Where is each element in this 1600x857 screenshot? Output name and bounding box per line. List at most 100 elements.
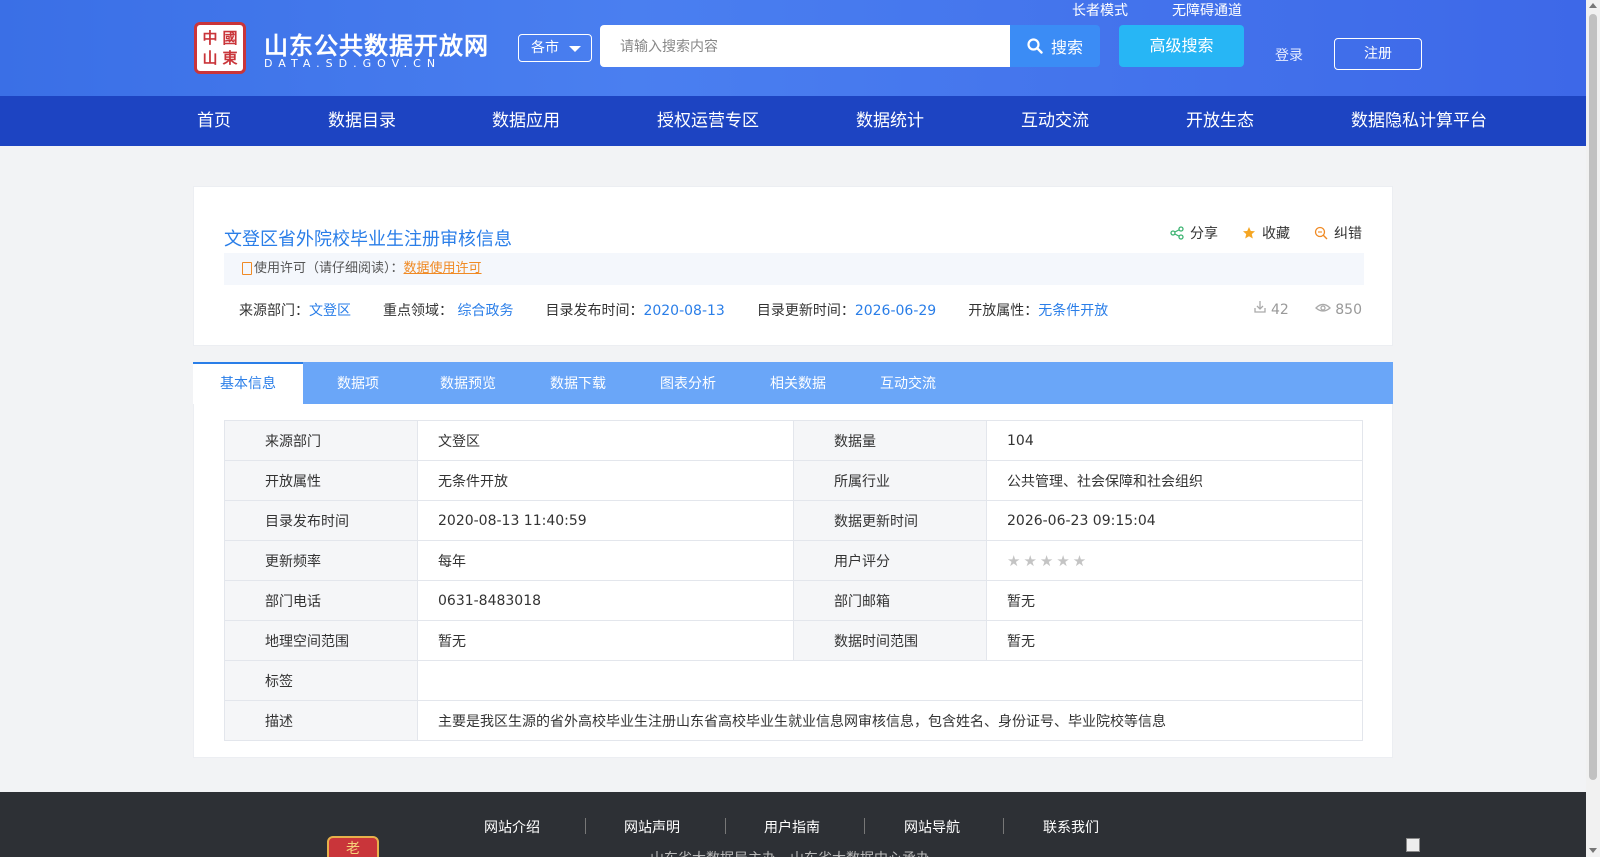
logo-glyph: 中 bbox=[202, 28, 218, 47]
info-key: 地理空间范围 bbox=[224, 620, 418, 661]
download-count: 42 bbox=[1253, 300, 1289, 318]
logo-glyph: 東 bbox=[222, 48, 238, 67]
dataset-stats: 42 850 bbox=[1253, 300, 1362, 318]
meta-update-date: 目录更新时间：2026-06-29 bbox=[757, 300, 936, 320]
table-row: 地理空间范围 暂无 数据时间范围 暂无 bbox=[224, 620, 1363, 661]
tab-basic-info[interactable]: 基本信息 bbox=[193, 362, 303, 404]
meta-key-domain: 重点领域： 综合政务 bbox=[383, 300, 513, 320]
user-rating[interactable]: ★★★★★ bbox=[986, 540, 1363, 581]
info-key: 来源部门 bbox=[224, 420, 418, 461]
footer-divider bbox=[725, 818, 726, 834]
search-input[interactable] bbox=[600, 25, 1010, 67]
info-value: 暂无 bbox=[986, 620, 1363, 661]
share-button[interactable]: 分享 bbox=[1170, 223, 1218, 243]
footer-link-contact[interactable]: 联系我们 bbox=[1043, 817, 1099, 837]
footer-sponsor-text: 山东省大数据局主办 山东省大数据中心承办 bbox=[650, 848, 930, 857]
nav-data-apps[interactable]: 数据应用 bbox=[492, 96, 560, 146]
city-select[interactable]: 各市 bbox=[518, 34, 592, 62]
meta-value[interactable]: 综合政务 bbox=[453, 303, 513, 319]
broken-image-icon bbox=[1406, 838, 1420, 852]
dataset-actions: 分享 收藏 纠错 bbox=[1170, 223, 1362, 243]
logo-glyph: 山 bbox=[202, 48, 218, 67]
info-value: 文登区 bbox=[417, 420, 794, 461]
magnifier-icon bbox=[1314, 226, 1328, 240]
search-icon bbox=[1027, 38, 1043, 54]
elder-mode-link[interactable]: 长者模式 bbox=[1072, 0, 1128, 20]
info-key: 更新频率 bbox=[224, 540, 418, 581]
logo-glyph: 國 bbox=[222, 28, 238, 47]
info-key: 目录发布时间 bbox=[224, 500, 418, 541]
tab-chart-analysis[interactable]: 图表分析 bbox=[633, 362, 743, 404]
tab-data-download[interactable]: 数据下载 bbox=[523, 362, 633, 404]
meta-label: 来源部门： bbox=[239, 303, 309, 319]
table-row: 更新频率 每年 用户评分 ★★★★★ bbox=[224, 540, 1363, 581]
footer-link-sitemap[interactable]: 网站导航 bbox=[904, 817, 960, 837]
info-value: 104 bbox=[986, 420, 1363, 461]
license-link[interactable]: 数据使用许可 bbox=[404, 261, 482, 276]
search-button[interactable]: 搜索 bbox=[1010, 25, 1100, 67]
eye-icon bbox=[1314, 303, 1331, 312]
share-icon bbox=[1170, 226, 1184, 240]
tab-data-items[interactable]: 数据项 bbox=[303, 362, 413, 404]
login-link[interactable]: 登录 bbox=[1275, 45, 1303, 65]
main-nav: 首页 数据目录 数据应用 授权运营专区 数据统计 互动交流 开放生态 数据隐私计… bbox=[0, 96, 1586, 146]
info-key: 部门邮箱 bbox=[793, 580, 987, 621]
nav-data-stats[interactable]: 数据统计 bbox=[856, 96, 924, 146]
dataset-summary-card: 文登区省外院校毕业生注册审核信息 分享 收藏 纠错 使用许可（请仔细阅读）：数据… bbox=[193, 186, 1393, 346]
footer-link-guide[interactable]: 用户指南 bbox=[764, 817, 820, 837]
star-icon bbox=[1243, 227, 1255, 239]
info-key: 数据时间范围 bbox=[793, 620, 987, 661]
advanced-search-button[interactable]: 高级搜索 bbox=[1119, 25, 1244, 67]
report-error-button[interactable]: 纠错 bbox=[1314, 223, 1362, 243]
favorite-button[interactable]: 收藏 bbox=[1242, 223, 1290, 243]
register-button[interactable]: 注册 bbox=[1334, 38, 1422, 70]
nav-authorized-ops[interactable]: 授权运营专区 bbox=[657, 96, 759, 146]
license-prefix: 使用许可（请仔细阅读）： bbox=[254, 261, 404, 276]
meta-value: 2020-08-13 bbox=[643, 303, 725, 319]
footer-link-statement[interactable]: 网站声明 bbox=[624, 817, 680, 837]
dataset-title: 文登区省外院校毕业生注册审核信息 bbox=[224, 229, 512, 250]
download-icon bbox=[1253, 301, 1266, 313]
favorite-label: 收藏 bbox=[1262, 226, 1290, 242]
info-key: 部门电话 bbox=[224, 580, 418, 621]
nav-open-ecosystem[interactable]: 开放生态 bbox=[1186, 96, 1254, 146]
bookmark-icon bbox=[242, 262, 252, 275]
table-row: 来源部门 文登区 数据量 104 bbox=[224, 420, 1363, 461]
accessibility-link[interactable]: 无障碍通道 bbox=[1172, 0, 1242, 20]
meta-value: 无条件开放 bbox=[1038, 303, 1109, 319]
meta-source-dept: 来源部门：文登区 bbox=[239, 300, 351, 320]
footer-link-about[interactable]: 网站介绍 bbox=[484, 817, 540, 837]
meta-value[interactable]: 文登区 bbox=[309, 303, 351, 319]
info-value: 2020-08-13 11:40:59 bbox=[417, 500, 794, 541]
site-subtitle: DATA.SD.GOV.CN bbox=[264, 57, 442, 70]
info-value: 0631-8483018 bbox=[417, 580, 794, 621]
nav-privacy-computing[interactable]: 数据隐私计算平台 bbox=[1351, 96, 1487, 146]
info-value: 公共管理、社会保障和社会组织 bbox=[986, 460, 1363, 501]
meta-label: 目录发布时间： bbox=[545, 303, 644, 319]
nav-interaction[interactable]: 互动交流 bbox=[1021, 96, 1089, 146]
basic-info-panel: 来源部门 文登区 数据量 104 开放属性 无条件开放 所属行业 公共管理、社会… bbox=[193, 404, 1393, 758]
tab-data-preview[interactable]: 数据预览 bbox=[413, 362, 523, 404]
table-row: 部门电话 0631-8483018 部门邮箱 暂无 bbox=[224, 580, 1363, 621]
view-count-value: 850 bbox=[1335, 302, 1362, 318]
info-value: 主要是我区生源的省外高校毕业生注册山东省高校毕业生就业信息网审核信息，包含姓名、… bbox=[417, 700, 1363, 741]
scroll-down-arrow-icon[interactable] bbox=[1589, 848, 1597, 853]
table-row: 描述 主要是我区生源的省外高校毕业生注册山东省高校毕业生就业信息网审核信息，包含… bbox=[224, 700, 1363, 741]
rating-stars[interactable]: ★★★★★ bbox=[1007, 552, 1089, 570]
tab-interaction[interactable]: 互动交流 bbox=[853, 362, 963, 404]
meta-label: 目录更新时间： bbox=[756, 303, 855, 319]
site-header: 中 國 山 東 山东公共数据开放网 DATA.SD.GOV.CN 各市 搜索 高… bbox=[0, 0, 1586, 96]
tab-related-data[interactable]: 相关数据 bbox=[743, 362, 853, 404]
scrollbar-thumb[interactable] bbox=[1589, 14, 1597, 780]
nav-data-catalog[interactable]: 数据目录 bbox=[328, 96, 396, 146]
detail-tabs: 基本信息 数据项 数据预览 数据下载 图表分析 相关数据 互动交流 bbox=[193, 362, 1393, 404]
scroll-up-arrow-icon[interactable] bbox=[1589, 3, 1597, 8]
page-scrollbar[interactable] bbox=[1586, 0, 1600, 857]
footer-logo: 老 bbox=[327, 836, 379, 857]
report-error-label: 纠错 bbox=[1334, 226, 1362, 242]
search-button-label: 搜索 bbox=[1050, 38, 1083, 57]
nav-home[interactable]: 首页 bbox=[197, 96, 231, 146]
site-title[interactable]: 山东公共数据开放网 bbox=[264, 26, 489, 61]
site-logo[interactable]: 中 國 山 東 bbox=[194, 22, 246, 74]
site-footer: 网站介绍 网站声明 用户指南 网站导航 联系我们 老 山东省大数据局主办 山东省… bbox=[0, 792, 1586, 857]
